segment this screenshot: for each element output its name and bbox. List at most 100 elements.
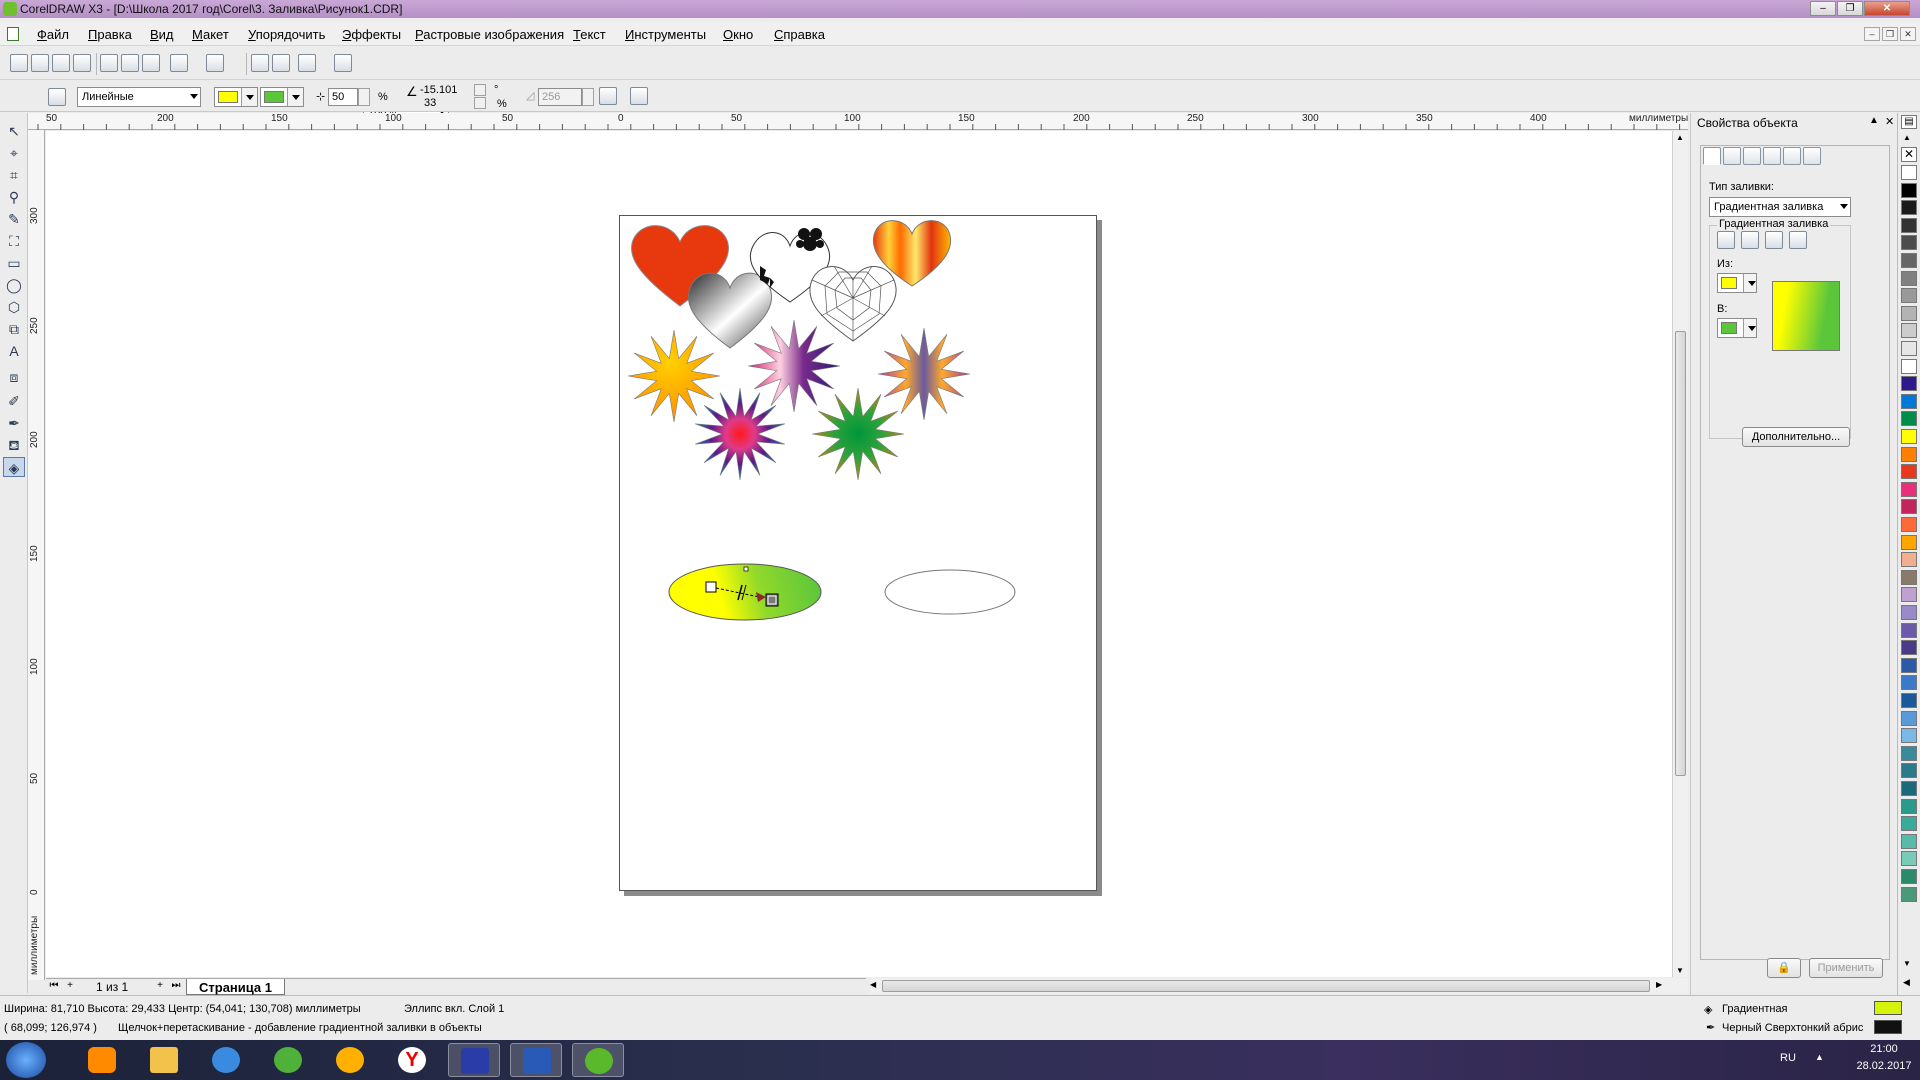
start-button[interactable] [6, 1042, 46, 1078]
edge-pad-input[interactable]: 33 [424, 97, 436, 109]
open-icon[interactable] [31, 54, 49, 72]
palette-scroll-up-icon[interactable]: ▲ [1903, 133, 1911, 142]
lock-steps-icon[interactable] [599, 87, 617, 105]
palette-swatch[interactable] [1901, 605, 1917, 620]
fill-type-select[interactable]: Линейные [77, 87, 201, 107]
taskbar-word[interactable] [510, 1043, 562, 1077]
advanced-button[interactable]: Дополнительно... [1742, 427, 1850, 447]
export-icon[interactable] [272, 54, 290, 72]
palette-swatch[interactable] [1901, 411, 1917, 427]
menu-help[interactable]: Справка [774, 27, 825, 42]
palette-swatch[interactable] [1901, 816, 1917, 832]
radial-gradient-icon[interactable] [1741, 231, 1759, 249]
palette-swatch[interactable] [1901, 305, 1917, 321]
palette-swatch[interactable] [1901, 481, 1917, 497]
tray-arrow-icon[interactable]: ▲ [1815, 1052, 1824, 1062]
clock-time[interactable]: 21:00 [1854, 1043, 1914, 1055]
palette-swatch[interactable] [1901, 165, 1917, 180]
undo-icon[interactable] [170, 54, 188, 72]
palette-swatch[interactable] [1901, 376, 1917, 392]
vertical-ruler[interactable]: 300 250 200 150 100 50 0 миллиметры [28, 130, 45, 980]
palette-swatch[interactable] [1901, 781, 1917, 796]
palette-swatch[interactable] [1901, 763, 1917, 779]
palette-swatch[interactable] [1901, 323, 1917, 339]
docker-close-icon[interactable]: ✕ [1885, 115, 1894, 128]
shape-tool-icon[interactable]: ⌖ [3, 143, 25, 163]
close-button[interactable]: ✕ [1864, 1, 1910, 16]
palette-swatch[interactable] [1901, 446, 1917, 462]
interactive-fill-tool-icon[interactable]: ◈ [3, 457, 25, 477]
palette-scroll-down-icon[interactable]: ▼ [1903, 959, 1911, 968]
ellipse-tab-icon[interactable] [1803, 147, 1821, 165]
add-page-before-icon[interactable]: + [64, 980, 76, 993]
ellipse-tool-icon[interactable]: ◯ [3, 275, 25, 295]
new-icon[interactable] [10, 54, 28, 72]
angle-input[interactable]: -15.101 [420, 84, 457, 96]
midpoint-input[interactable]: 50 [328, 88, 358, 106]
square-gradient-icon[interactable] [1789, 231, 1807, 249]
menu-edit[interactable]: Правка [88, 27, 132, 42]
fill-tool-icon[interactable]: ⛾ [3, 435, 25, 455]
palette-swatch[interactable] [1901, 534, 1917, 550]
midpoint-spinner[interactable] [358, 88, 370, 106]
taskbar-explorer[interactable] [138, 1043, 190, 1077]
outline-status-swatch[interactable] [1874, 1020, 1902, 1034]
fill-status-swatch[interactable] [1874, 1001, 1902, 1015]
menu-view[interactable]: Вид [150, 27, 174, 42]
document-page[interactable] [619, 215, 1097, 891]
no-fill-swatch[interactable]: ✕ [1901, 147, 1917, 162]
menu-text[interactable]: Текст [573, 27, 606, 42]
menu-arrange[interactable]: Упорядочить [248, 27, 325, 42]
horizontal-scrollbar[interactable]: ◀ ▶ [870, 978, 1688, 994]
lock-icon[interactable]: 🔒 [1767, 958, 1801, 978]
palette-swatch[interactable] [1901, 869, 1917, 884]
restore-button[interactable]: ❐ [1837, 1, 1863, 16]
linear-gradient-icon[interactable] [1717, 231, 1735, 249]
copy-icon[interactable] [121, 54, 139, 72]
palette-swatch[interactable] [1901, 393, 1917, 409]
scroll-left-arrow-icon[interactable]: ◀ [870, 980, 876, 989]
chevron-down-icon[interactable] [287, 88, 303, 106]
menu-effects[interactable]: Эффекты [342, 27, 401, 42]
palette-swatch[interactable] [1901, 235, 1917, 251]
polygon-tool-icon[interactable]: ⬡ [3, 297, 25, 317]
palette-swatch[interactable] [1901, 200, 1917, 216]
conical-gradient-icon[interactable] [1765, 231, 1783, 249]
menu-layout[interactable]: Макет [192, 27, 229, 42]
menu-tools[interactable]: Инструменты [625, 27, 706, 42]
add-page-after-icon[interactable]: + [154, 980, 166, 993]
to-color-picker[interactable] [260, 87, 304, 107]
detail-tab-icon[interactable] [1763, 147, 1781, 165]
doc-close-button[interactable]: ✕ [1900, 27, 1916, 41]
palette-swatch[interactable] [1901, 569, 1917, 585]
palette-swatch[interactable] [1901, 657, 1917, 673]
palette-swatch[interactable] [1901, 358, 1917, 374]
scroll-up-arrow-icon[interactable]: ▲ [1676, 133, 1684, 142]
doc-restore-button[interactable]: ❐ [1882, 27, 1898, 41]
language-indicator[interactable]: RU [1780, 1052, 1796, 1064]
palette-swatch[interactable] [1901, 217, 1917, 233]
chevron-down-icon[interactable] [1743, 319, 1756, 337]
palette-swatch[interactable] [1901, 833, 1917, 849]
palette-swatch[interactable] [1901, 622, 1917, 638]
taskbar-media-player[interactable] [76, 1043, 128, 1077]
redo-icon[interactable] [206, 54, 224, 72]
docker-fill-type-select[interactable]: Градиентная заливка [1709, 197, 1851, 217]
paste-icon[interactable] [142, 54, 160, 72]
drawing-canvas[interactable] [46, 131, 1674, 977]
freehand-tool-icon[interactable]: ✎ [3, 209, 25, 229]
palette-swatch[interactable] [1901, 517, 1917, 532]
taskbar-coreldraw[interactable] [572, 1043, 624, 1077]
cut-icon[interactable] [100, 54, 118, 72]
pick-tool-icon[interactable]: ↖ [3, 121, 25, 141]
scroll-right-arrow-icon[interactable]: ▶ [1656, 980, 1662, 989]
palette-swatch[interactable] [1901, 552, 1917, 568]
smart-fill-tool-icon[interactable]: ⛶ [3, 231, 25, 251]
text-tool-icon[interactable]: A [3, 341, 25, 361]
vertical-scroll-thumb[interactable] [1675, 331, 1686, 776]
palette-swatch[interactable] [1901, 693, 1917, 708]
crop-tool-icon[interactable]: ⌗ [3, 165, 25, 185]
doc-minimize-button[interactable]: – [1864, 27, 1880, 41]
clock-date[interactable]: 28.02.2017 [1854, 1060, 1914, 1072]
rectangle-tool-icon[interactable]: ▭ [3, 253, 25, 273]
